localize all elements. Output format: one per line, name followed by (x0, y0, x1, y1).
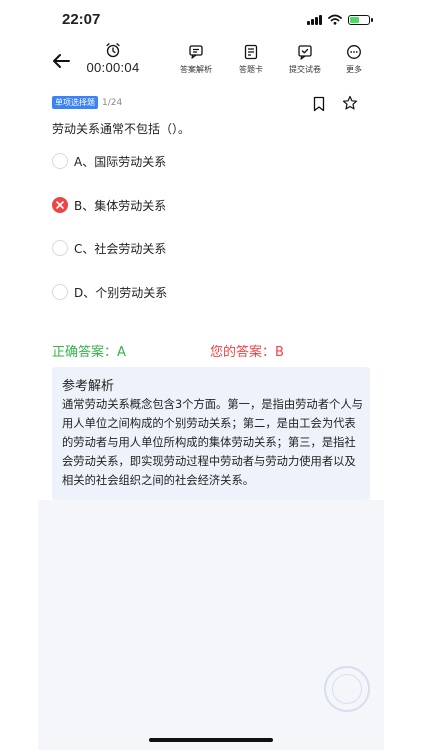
question-card: 单项选择题 1/24 劳动关系通常不包括（）。 A、国际劳动关系 B、集体劳动关… (38, 84, 384, 500)
question-type-badge: 单项选择题 (52, 96, 98, 109)
status-time: 22:07 (62, 11, 101, 28)
back-arrow-icon[interactable] (50, 50, 72, 72)
answer-analysis-button[interactable]: 答案解析 (172, 44, 220, 75)
timer: 00:00:04 (80, 42, 146, 75)
cellular-signal-icon (307, 14, 322, 25)
answer-sheet-icon (244, 44, 258, 60)
analysis-box: 参考解析 通常劳动关系概念包含3个方面。第一，是指由劳动者个人与用人单位之间构成… (52, 367, 370, 500)
answer-sheet-button[interactable]: 答题卡 (227, 44, 275, 75)
option-label: D、个别劳动关系 (74, 285, 168, 300)
answer-analysis-icon (189, 45, 203, 59)
submit-paper-icon (298, 45, 312, 60)
option-label: B、集体劳动关系 (74, 198, 167, 213)
radio-unselected-icon (52, 284, 68, 300)
wrong-mark-icon (52, 197, 68, 213)
your-answer: 您的答案：B (210, 345, 284, 360)
tool-label: 更多 (346, 65, 362, 74)
answer-summary: 正确答案：A 您的答案：B (52, 341, 372, 360)
star-favorite-icon[interactable] (342, 95, 358, 111)
analysis-title: 参考解析 (62, 379, 115, 394)
option-label: A、国际劳动关系 (74, 154, 167, 169)
watermark-seal (324, 666, 370, 712)
battery-icon (348, 14, 373, 25)
more-button[interactable]: 更多 (330, 44, 378, 75)
top-toolbar: 00:00:04 答案解析 答题卡 提交试卷 更多 (38, 42, 384, 82)
more-icon (347, 45, 361, 59)
timer-value: 00:00:04 (86, 60, 140, 75)
tool-label: 答案解析 (180, 65, 212, 74)
tool-label: 提交试卷 (289, 65, 321, 74)
status-bar: 22:07 (0, 0, 422, 40)
option-label: C、社会劳动关系 (74, 241, 167, 256)
option-d[interactable]: D、个别劳动关系 (52, 282, 167, 302)
tool-label: 答题卡 (239, 65, 263, 74)
question-text: 劳动关系通常不包括（）。 (52, 122, 191, 136)
question-progress: 1/24 (102, 97, 123, 108)
bookmark-icon[interactable] (312, 96, 326, 112)
option-c[interactable]: C、社会劳动关系 (52, 238, 166, 258)
home-indicator (149, 738, 273, 742)
analysis-body: 通常劳动关系概念包含3个方面。第一，是指由劳动者个人与用人单位之间构成的个别劳动… (62, 398, 363, 487)
option-a[interactable]: A、国际劳动关系 (52, 151, 166, 171)
submit-paper-button[interactable]: 提交试卷 (281, 44, 329, 75)
question-meta: 单项选择题 1/24 (52, 96, 122, 109)
status-icons (307, 14, 373, 25)
option-b[interactable]: B、集体劳动关系 (52, 195, 166, 215)
alarm-clock-icon (106, 43, 120, 58)
correct-answer: 正确答案：A (52, 345, 126, 360)
radio-unselected-icon (52, 153, 68, 169)
content-area: 单项选择题 1/24 劳动关系通常不包括（）。 A、国际劳动关系 B、集体劳动关… (38, 84, 384, 750)
radio-unselected-icon (52, 240, 68, 256)
wifi-icon (328, 14, 342, 25)
